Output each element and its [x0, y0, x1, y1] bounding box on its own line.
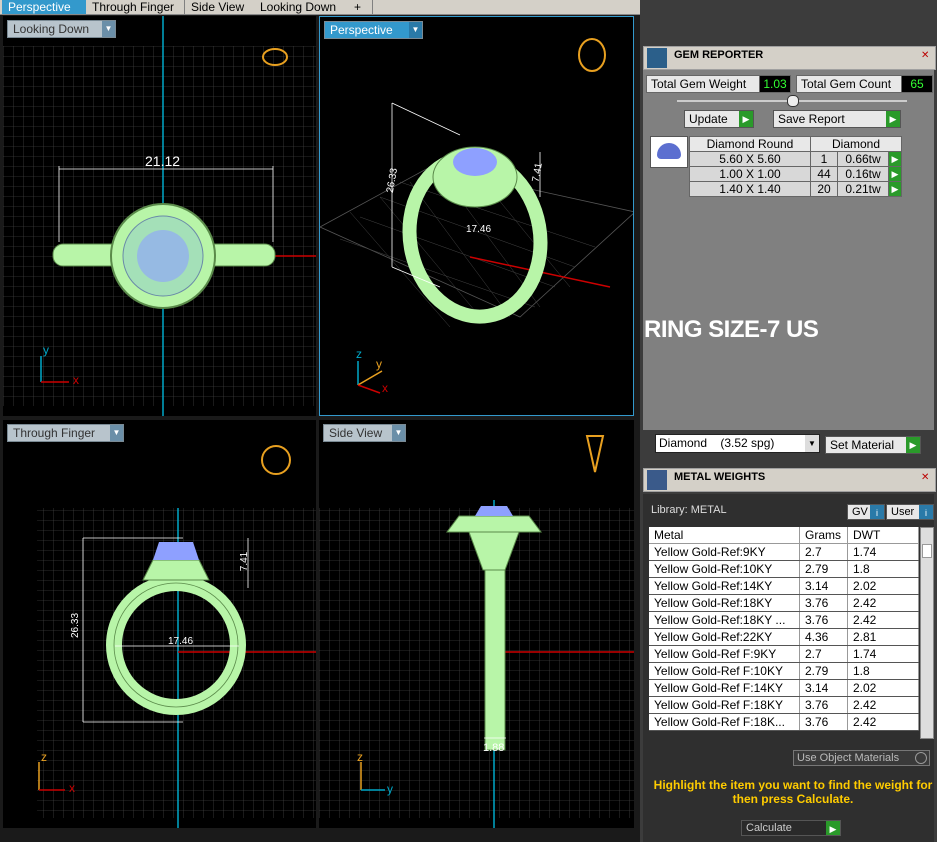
- table-row[interactable]: Yellow Gold-Ref:18KY ... 3.76 2.42: [649, 611, 919, 629]
- viewport-label-perspective[interactable]: Perspective ▼: [324, 21, 423, 39]
- table-row[interactable]: Yellow Gold-Ref F:14KY 3.14 2.02: [649, 679, 919, 697]
- diamond-round-icon: [650, 136, 688, 168]
- table-row[interactable]: Yellow Gold-Ref:22KY 4.36 2.81: [649, 628, 919, 646]
- viewport-label-through-finger[interactable]: Through Finger ▼: [7, 424, 124, 442]
- table-row[interactable]: Yellow Gold-Ref:18KY 3.76 2.42: [649, 594, 919, 612]
- scrollbar-thumb[interactable]: [922, 544, 932, 558]
- viewport-side-view[interactable]: Side View ▼ 1.88 z y: [319, 420, 634, 828]
- dimension-width: 21.12: [145, 153, 181, 169]
- axis-label-x: x: [382, 381, 388, 395]
- axis-label-z: z: [41, 750, 47, 764]
- total-gem-count-label: Total Gem Count: [796, 75, 906, 93]
- info-icon: i: [870, 505, 884, 519]
- dimension-width: 17.46: [168, 636, 194, 647]
- grams-header[interactable]: Grams: [799, 527, 848, 544]
- total-gem-count-value: 65: [901, 75, 933, 93]
- right-panel: GEM REPORTER ✕ Total Gem Weight 1.03 Tot…: [640, 0, 937, 842]
- total-gem-weight-value: 1.03: [759, 75, 791, 93]
- metal-weights-icon: [647, 470, 667, 490]
- table-row[interactable]: Yellow Gold-Ref:9KY 2.7 1.74: [649, 543, 919, 561]
- tab-add-button[interactable]: +: [348, 0, 373, 14]
- dimension-head: 7.41: [239, 551, 251, 572]
- gem-row[interactable]: 1.40 X 1.40 20 0.21tw ▶: [689, 181, 902, 197]
- save-report-button[interactable]: Save Report ▶: [773, 110, 901, 128]
- table-row[interactable]: Yellow Gold-Ref:10KY 2.79 1.8: [649, 560, 919, 578]
- metal-header[interactable]: Metal: [649, 527, 800, 544]
- select-gem-button[interactable]: ▶: [888, 151, 902, 167]
- tab-through-finger[interactable]: Through Finger: [86, 0, 185, 14]
- play-icon: ▶: [739, 111, 753, 127]
- gem-reporter-title: GEM REPORTER: [674, 49, 764, 61]
- chevron-down-icon[interactable]: ▼: [805, 435, 819, 452]
- ring-size-note: RING SIZE-7 US: [644, 316, 819, 343]
- viewport-label-side-view[interactable]: Side View ▼: [323, 424, 406, 442]
- set-material-button[interactable]: Set Material ▶: [825, 436, 921, 454]
- tab-looking-down[interactable]: Looking Down: [254, 0, 349, 14]
- gem-table-header-material: Diamond: [810, 136, 902, 152]
- dimension-width: 17.46: [466, 224, 492, 235]
- table-row[interactable]: Yellow Gold-Ref F:9KY 2.7 1.74: [649, 645, 919, 663]
- metal-table: Metal Grams DWT Yellow Gold-Ref:9KY 2.7 1.…: [649, 527, 919, 731]
- chevron-down-icon[interactable]: ▼: [409, 22, 422, 38]
- axis-label-z: z: [357, 750, 363, 764]
- calculate-instructions: Highlight the item you want to find the …: [653, 778, 933, 806]
- chevron-down-icon[interactable]: ▼: [102, 21, 115, 37]
- dwt-header[interactable]: DWT: [847, 527, 919, 544]
- viewport-looking-down[interactable]: Looking Down ▼ 21.12 y x: [3, 16, 316, 416]
- tab-side-view[interactable]: Side View: [185, 0, 256, 14]
- gem-reporter-header: GEM REPORTER ✕: [643, 46, 936, 70]
- library-label: Library: METAL: [651, 504, 727, 516]
- gem-reporter-icon: [647, 48, 667, 68]
- chevron-down-icon[interactable]: ▼: [392, 425, 405, 441]
- axis-label-z: z: [356, 347, 362, 361]
- metal-weights-title: METAL WEIGHTS: [674, 471, 766, 483]
- perspective-scene: [320, 38, 633, 394]
- through-finger-scene: [37, 445, 316, 828]
- calculate-button[interactable]: Calculate ▶: [741, 820, 841, 836]
- total-gem-weight-label: Total Gem Weight: [646, 75, 761, 93]
- close-icon[interactable]: ✕: [921, 473, 931, 483]
- metal-table-scrollbar[interactable]: [920, 527, 934, 739]
- play-icon: ▶: [826, 821, 840, 835]
- metal-weights-body: Library: METAL GV i User i Metal Grams DWT…: [643, 494, 934, 842]
- play-icon: ▶: [886, 111, 900, 127]
- tab-perspective[interactable]: Perspective: [2, 0, 87, 14]
- table-row[interactable]: Yellow Gold-Ref F:18K... 3.76 2.42: [649, 713, 919, 731]
- material-select[interactable]: Diamond (3.52 spg) ▼: [655, 434, 820, 453]
- gem-table: Diamond Round Diamond 5.60 X 5.60 1 0.66…: [689, 136, 902, 197]
- gem-row[interactable]: 1.00 X 1.00 44 0.16tw ▶: [689, 166, 902, 182]
- dimension-shank: 1.88: [483, 742, 505, 754]
- gem-table-header-shape: Diamond Round: [689, 136, 811, 152]
- play-icon: ▶: [906, 437, 920, 453]
- looking-down-scene: [3, 16, 316, 416]
- dimension-height: 26.33: [70, 612, 82, 639]
- gv-button[interactable]: GV i: [847, 504, 885, 520]
- side-view-scene: [319, 435, 634, 828]
- axis-label-y: y: [376, 357, 382, 371]
- axis-label-x: x: [73, 373, 79, 387]
- select-gem-button[interactable]: ▶: [888, 166, 902, 182]
- view-tab-bar: Perspective Through Finger Side View Loo…: [0, 0, 640, 15]
- close-icon[interactable]: ✕: [921, 51, 931, 61]
- gem-row[interactable]: 5.60 X 5.60 1 0.66tw ▶: [689, 151, 902, 167]
- viewport-label-looking-down[interactable]: Looking Down ▼: [7, 20, 116, 38]
- gem-reporter-body: Total Gem Weight 1.03 Total Gem Count 65…: [643, 70, 934, 454]
- axis-label-y: y: [387, 782, 393, 796]
- table-row[interactable]: Yellow Gold-Ref:14KY 3.14 2.02: [649, 577, 919, 595]
- viewport-perspective[interactable]: Perspective ▼ 26.33 7.41 17.46 z y x: [319, 16, 634, 416]
- table-row[interactable]: Yellow Gold-Ref F:18KY 3.76 2.42: [649, 696, 919, 714]
- table-row[interactable]: Yellow Gold-Ref F:10KY 2.79 1.8: [649, 662, 919, 680]
- chevron-down-icon[interactable]: ▼: [110, 425, 123, 441]
- use-object-materials-toggle[interactable]: Use Object Materials: [793, 750, 930, 766]
- zoom-slider-handle[interactable]: [787, 95, 799, 107]
- user-button[interactable]: User i: [886, 504, 934, 520]
- select-gem-button[interactable]: ▶: [888, 181, 902, 197]
- info-icon: i: [919, 505, 933, 519]
- axis-label-y: y: [43, 343, 49, 357]
- update-button[interactable]: Update ▶: [684, 110, 754, 128]
- radio-icon[interactable]: [915, 752, 927, 764]
- metal-weights-header: METAL WEIGHTS ✕: [643, 468, 936, 492]
- axis-label-x: x: [69, 781, 75, 795]
- viewport-through-finger[interactable]: Through Finger ▼ 26.33 7.41 17.46 z x: [3, 420, 316, 828]
